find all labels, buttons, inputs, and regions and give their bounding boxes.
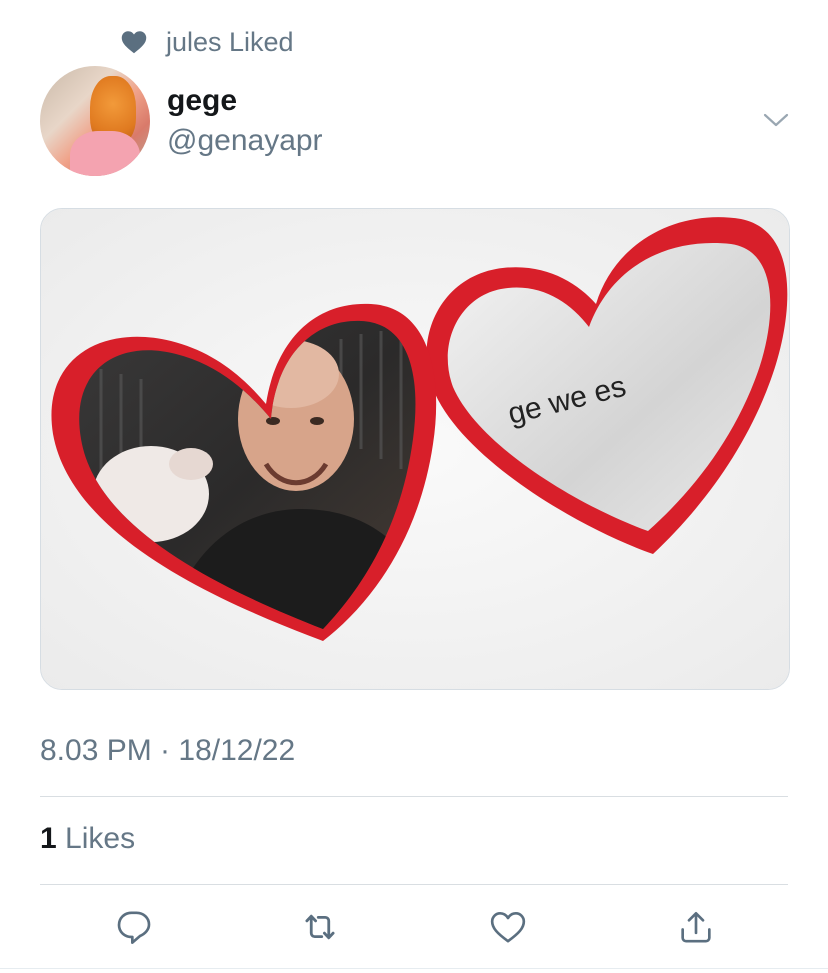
social-context-text: jules Liked	[166, 26, 294, 57]
retweet-button[interactable]	[298, 905, 342, 949]
divider	[40, 796, 788, 797]
likes-count-link[interactable]: 1 Likes	[40, 822, 135, 856]
avatar[interactable]	[40, 66, 150, 176]
display-name[interactable]: gege	[167, 84, 237, 118]
likes-count: 1	[40, 822, 57, 855]
retweet-icon	[305, 914, 335, 940]
divider	[40, 884, 788, 885]
chevron-down-icon[interactable]	[762, 108, 790, 132]
heart-filled-icon	[121, 31, 147, 54]
heart-locket-image: ge we es	[41, 209, 789, 689]
share-icon	[681, 912, 711, 943]
heart-outline-icon	[490, 912, 526, 943]
likes-label: Likes	[65, 822, 136, 855]
reply-icon	[117, 911, 151, 944]
user-handle[interactable]: @genayapr	[167, 124, 323, 158]
tweet-timestamp: 8.03 PM · 18/12/22	[40, 734, 296, 767]
bottom-divider	[0, 968, 828, 969]
reply-button[interactable]	[112, 905, 156, 949]
share-button[interactable]	[674, 905, 718, 949]
social-context[interactable]: jules Liked	[120, 24, 294, 60]
like-button[interactable]	[486, 905, 530, 949]
tweet-media[interactable]: ge we es	[40, 208, 790, 690]
